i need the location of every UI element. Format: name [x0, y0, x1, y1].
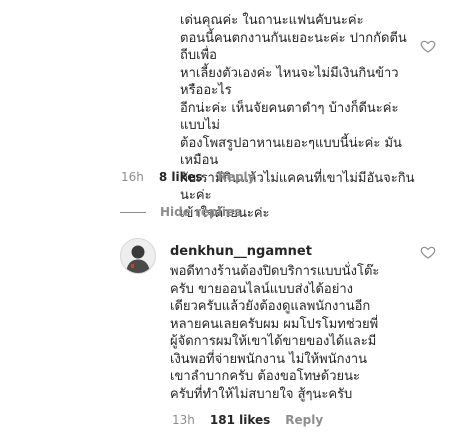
likes-count[interactable]: 181 likes — [210, 413, 270, 427]
reply-button[interactable]: Reply — [285, 413, 323, 427]
heart-icon[interactable] — [420, 244, 436, 260]
reply-body: denkhun__ngamnet พอดีทางร้านต้องปิดบริกา… — [170, 244, 410, 403]
comment-time: 16h — [121, 170, 144, 184]
hide-replies-label: Hide replies — [160, 205, 242, 219]
reply-time: 13h — [172, 413, 195, 427]
likes-count[interactable]: 8 likes — [159, 170, 203, 184]
heart-icon[interactable] — [420, 38, 436, 54]
reply-username[interactable]: denkhun__ngamnet — [170, 244, 410, 259]
divider-line — [120, 211, 146, 213]
comment-body: เด่นคุณค่ะ ในถานะแฟนคับนะค่ะ ตอนนี้คนตกง… — [180, 12, 420, 222]
avatar-silhouette-icon — [121, 239, 155, 273]
hide-replies-button[interactable]: Hide replies — [120, 205, 241, 219]
reply-button[interactable]: Reply — [218, 170, 256, 184]
comment-meta: 16h 8 likes Reply — [121, 170, 255, 184]
reply-meta: 13h 181 likes Reply — [172, 413, 323, 427]
reply-text: พอดีทางร้านต้องปิดบริการแบบนั่งโต๊ะ ครับ… — [170, 264, 380, 402]
avatar[interactable] — [120, 238, 156, 274]
comment-text: เด่นคุณค่ะ ในถานะแฟนคับนะค่ะ ตอนนี้คนตกง… — [180, 13, 415, 221]
